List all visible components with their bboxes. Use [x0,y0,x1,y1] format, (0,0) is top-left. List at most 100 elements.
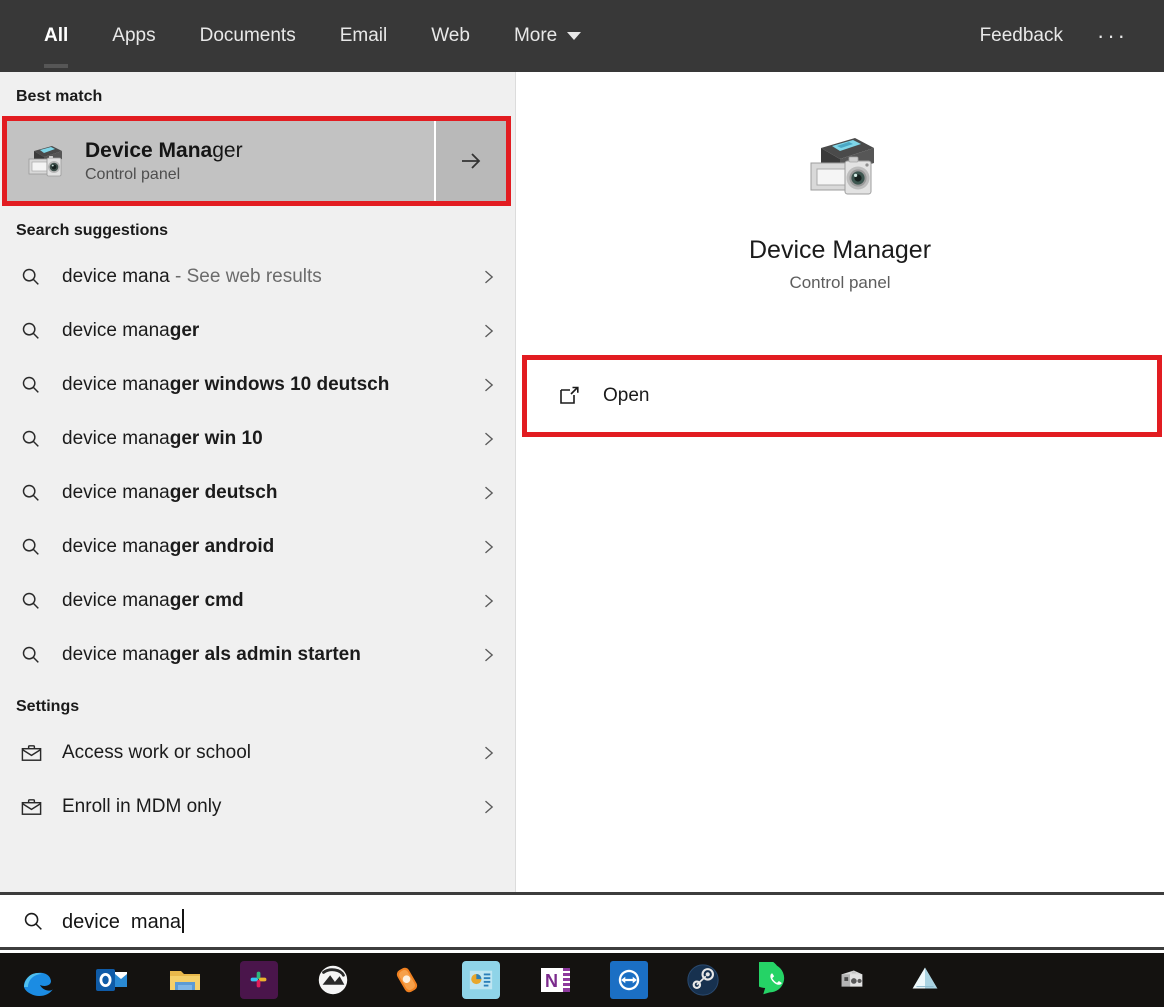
best-match-expand-button[interactable] [436,121,506,201]
device-icon [832,961,870,999]
text-cursor [181,908,184,933]
folder-icon [166,961,204,999]
suggestion-row-2[interactable]: device manager windows 10 deutsch [0,358,515,412]
best-match-title-rest: ger [212,138,243,162]
search-suggestions-section-title: Search suggestions [16,222,169,239]
taskbar-item-steam[interactable] [678,958,728,1002]
results-area: Best match Device Manager Control panel … [0,72,1164,892]
taskbar-item-file-explorer[interactable] [160,958,210,1002]
search-input-bar[interactable]: device mana [0,892,1164,950]
taskbar-item-app-white-circle[interactable] [308,958,358,1002]
edge-icon [18,961,56,999]
search-input[interactable]: device mana [62,908,184,934]
suggestion-prefix-5: device mana [62,536,170,557]
chevron-down-icon [567,32,582,40]
chevron-right-icon [475,797,501,817]
tab-web[interactable]: Web [409,0,492,72]
suggestion-suffix-0: - See web results [169,266,322,287]
settings-row-enroll-in-mdm-only[interactable]: Enroll in MDM only [0,780,515,834]
suggestion-label-3: device manager win 10 [62,428,475,450]
tab-email[interactable]: Email [318,0,410,72]
arrow-right-icon [462,153,481,169]
best-match-title: Device Manager [85,138,243,164]
tab-email-label: Email [339,25,388,46]
suggestion-prefix-3: device mana [62,428,170,449]
tab-more[interactable]: More [492,0,603,72]
taskbar-item-teamviewer[interactable] [604,958,654,1002]
search-icon [14,536,48,558]
suggestion-row-7[interactable]: device manager als admin starten [0,628,515,682]
suggestion-prefix-0: device mana [62,266,170,287]
best-match-title-bold: Device Mana [85,138,213,162]
outlook-icon [92,961,130,999]
suggestion-label-1: device manager [62,320,475,342]
suggestion-label-7: device manager als admin starten [62,644,475,666]
windows-search-panel: All Apps Documents Email Web More Feedba… [0,0,1164,1007]
device-manager-icon [797,124,883,210]
suggestion-bold-6: ger cmd [169,590,244,611]
suggestion-label-4: device manager deutsch [62,482,475,504]
tab-documents-label: Documents [199,25,296,46]
suggestion-row-0[interactable]: device mana - See web results [0,250,515,304]
tab-all[interactable]: All [22,0,90,72]
taskbar-item-outlook[interactable] [86,958,136,1002]
onenote-icon: N [536,961,574,999]
search-input-value: device mana [62,910,181,933]
suggestion-label-2: device manager windows 10 deutsch [62,374,475,396]
best-match-row[interactable]: Device Manager Control panel [7,121,506,201]
open-external-icon [557,384,585,408]
steam-icon [684,961,722,999]
teamviewer-icon [610,961,648,999]
best-match-subtitle: Control panel [85,166,181,184]
search-icon [14,428,48,450]
taskbar-item-device-app[interactable] [826,958,876,1002]
open-button[interactable]: Open [527,360,1157,432]
results-list-panel: Best match Device Manager Control panel … [0,72,516,892]
whatsapp-icon [758,961,796,999]
suggestion-bold-3: ger win 10 [169,428,263,449]
settings-row-access-work-or-school[interactable]: Access work or school [0,726,515,780]
suggestion-bold-4: ger deutsch [169,482,278,503]
preview-title: Device Manager [748,236,932,264]
preview-panel: Device Manager Control panel Open [516,72,1164,892]
search-icon [14,590,48,612]
suggestion-bold-7: ger als admin starten [169,644,361,665]
tab-all-label: All [44,25,69,46]
taskbar-item-onenote[interactable]: N [530,958,580,1002]
taskbar-item-edge[interactable] [12,958,62,1002]
suggestion-bold-2: ger windows 10 deutsch [169,374,390,395]
tab-documents[interactable]: Documents [178,0,318,72]
search-icon [14,482,48,504]
taskbar-item-app-orange[interactable] [382,958,432,1002]
preview-subtitle: Control panel [789,273,891,292]
taskbar-item-powerpoint-chart-app[interactable] [456,958,506,1002]
suggestion-prefix-2: device mana [62,374,170,395]
feedback-button[interactable]: Feedback [960,25,1083,47]
suggestion-row-3[interactable]: device manager win 10 [0,412,515,466]
search-filter-tabs: All Apps Documents Email Web More [0,0,603,72]
suggestion-prefix-1: device mana [62,320,170,341]
best-match-main[interactable]: Device Manager Control panel [7,121,436,201]
search-icon [14,320,48,342]
chevron-right-icon [475,743,501,763]
tab-apps[interactable]: Apps [90,0,177,72]
taskbar-item-slack[interactable] [234,958,284,1002]
taskbar-item-notepad-app[interactable] [900,958,950,1002]
more-options-icon[interactable]: ··· [1083,23,1142,49]
chevron-right-icon [475,375,501,395]
search-icon [14,266,48,288]
chevron-right-icon [475,483,501,503]
search-icon [14,644,48,666]
suggestion-row-1[interactable]: device manager [0,304,515,358]
app-preview: Device Manager Control panel [516,72,1164,293]
suggestion-row-4[interactable]: device manager deutsch [0,466,515,520]
suggestion-row-5[interactable]: device manager android [0,520,515,574]
taskbar-item-whatsapp[interactable] [752,958,802,1002]
best-match-section-title: Best match [16,88,103,105]
suggestion-row-6[interactable]: device manager cmd [0,574,515,628]
open-action-highlight: Open [522,355,1162,437]
settings-section-title: Settings [16,698,80,715]
taskbar: N [0,953,1164,1007]
app-orange-icon [388,961,426,999]
app-white-circle-icon [314,961,352,999]
